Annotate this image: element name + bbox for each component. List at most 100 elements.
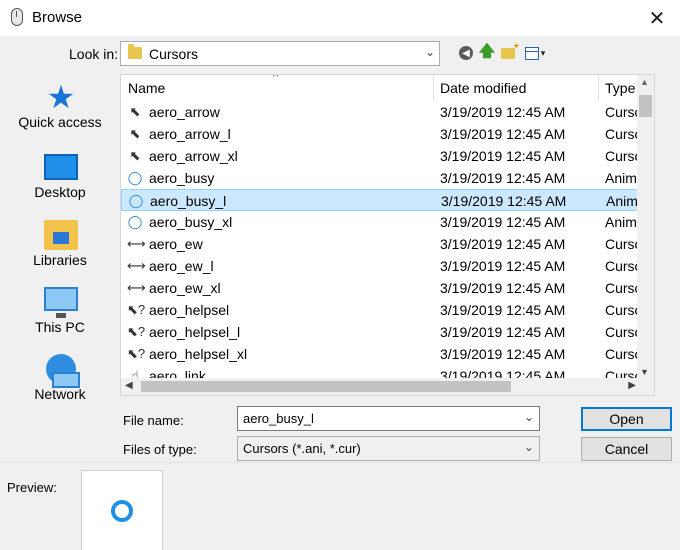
place-this-pc[interactable]: This PC [0, 279, 120, 339]
sort-ascending-icon: ^ [273, 74, 279, 83]
file-row[interactable]: ⬉? aero_helpsel_l 3/19/2019 12:45 AM Cursor [121, 321, 654, 343]
column-header-type[interactable]: Type [605, 80, 635, 96]
busy-cursor-preview-icon [111, 500, 133, 522]
quick-access-star-icon: ★ [46, 79, 76, 115]
place-label: Libraries [33, 252, 87, 268]
vertical-scroll-thumb[interactable] [639, 95, 652, 117]
column-header-name[interactable]: Name [128, 80, 165, 96]
folder-icon [128, 44, 142, 59]
place-libraries[interactable]: Libraries [0, 212, 120, 272]
file-date: 3/19/2019 12:45 AM [440, 280, 566, 296]
file-row[interactable]: ⬉ aero_arrow_l 3/19/2019 12:45 AM Cursor [121, 123, 654, 145]
cursor-file-icon: ◯ [128, 193, 144, 208]
new-folder-icon [501, 41, 520, 59]
this-pc-icon [44, 287, 78, 318]
file-row[interactable]: ◯ aero_busy_xl 3/19/2019 12:45 AM Animate [121, 211, 654, 233]
file-name: aero_helpsel_l [149, 324, 241, 340]
chevron-down-icon: ⌄ [523, 440, 534, 454]
vertical-scrollbar[interactable]: ▲ ▼ [637, 75, 654, 379]
file-name: aero_helpsel_xl [149, 346, 248, 362]
horizontal-scrollbar[interactable]: ◀ ▶ [121, 378, 654, 395]
new-folder-button[interactable] [499, 41, 520, 62]
look-in-label: Look in: [69, 46, 119, 62]
view-menu-button[interactable]: ▾ [521, 44, 549, 62]
chevron-down-icon[interactable]: ⌄ [524, 410, 534, 424]
cursor-file-icon: ⟷ [127, 258, 146, 273]
cursor-file-icon: ⟷ [127, 236, 146, 251]
view-grid-icon [524, 46, 539, 60]
places-bar: ★ Quick access Desktop Libraries This PC… [0, 74, 120, 410]
back-arrow-icon: ◀ [459, 46, 473, 60]
open-button[interactable]: Open [581, 407, 672, 431]
file-name: aero_busy [149, 170, 215, 186]
file-name: aero_arrow_xl [149, 148, 238, 164]
scroll-left-icon[interactable]: ◀ [125, 380, 133, 391]
file-row[interactable]: ⬉ aero_arrow_xl 3/19/2019 12:45 AM Cursor [121, 145, 654, 167]
column-divider[interactable] [598, 75, 599, 101]
cursor-file-icon: ◯ [127, 214, 143, 229]
file-name: aero_ew_l [149, 258, 214, 274]
files-of-type-select[interactable]: Cursors (*.ani, *.cur) ⌄ [237, 436, 540, 461]
desktop-icon [44, 154, 78, 180]
file-row[interactable]: ⬉ aero_arrow 3/19/2019 12:45 AM Cursor [121, 101, 654, 123]
file-row[interactable]: ⟷ aero_ew_l 3/19/2019 12:45 AM Cursor [121, 255, 654, 277]
column-header-row: ^ Name Date modified Type [121, 74, 654, 101]
file-row[interactable]: ⟷ aero_ew 3/19/2019 12:45 AM Cursor [121, 233, 654, 255]
libraries-icon [44, 220, 78, 250]
file-date: 3/19/2019 12:45 AM [440, 302, 566, 318]
cursor-file-icon: ⟷ [127, 280, 146, 295]
file-row[interactable]: ◯ aero_busy_l 3/19/2019 12:45 AM Animate [121, 189, 654, 211]
file-name-input[interactable]: aero_busy_l ⌄ [237, 406, 540, 431]
view-dropdown-arrow-icon: ▾ [540, 47, 546, 58]
place-network[interactable]: Network [0, 346, 120, 406]
cursor-file-icon: ⬉? [127, 324, 146, 339]
place-desktop[interactable]: Desktop [0, 144, 120, 204]
cursor-file-icon: ⬉ [129, 148, 141, 163]
files-of-type-label: Files of type: [123, 442, 197, 457]
column-divider[interactable] [433, 75, 434, 101]
network-icon [46, 354, 80, 388]
close-button[interactable]: ✕ [634, 0, 680, 36]
file-row[interactable]: ⟷ aero_ew_xl 3/19/2019 12:45 AM Cursor [121, 277, 654, 299]
file-name: aero_ew [149, 236, 203, 252]
column-header-date[interactable]: Date modified [440, 80, 526, 96]
scroll-down-icon[interactable]: ▼ [640, 367, 649, 377]
look-in-dropdown[interactable]: Cursors ⌄ [120, 41, 440, 66]
horizontal-scroll-thumb[interactable] [141, 381, 511, 392]
close-icon: ✕ [648, 7, 666, 30]
file-date: 3/19/2019 12:45 AM [440, 258, 566, 274]
file-name: aero_arrow_l [149, 126, 231, 142]
back-button[interactable]: ◀ [457, 44, 475, 62]
divider [0, 462, 680, 463]
cursor-file-icon: ⬉? [127, 302, 146, 317]
title-bar: Browse ✕ [0, 0, 680, 36]
file-name: aero_arrow [149, 104, 220, 120]
file-name: aero_ew_xl [149, 280, 221, 296]
place-label: This PC [35, 319, 85, 335]
place-label: Desktop [34, 184, 86, 200]
look-in-value: Cursors [149, 46, 199, 62]
preview-label: Preview: [7, 480, 57, 495]
window-title: Browse [32, 9, 83, 26]
file-name: aero_helpsel [149, 302, 230, 318]
file-name: aero_busy_l [150, 193, 227, 209]
cursor-file-icon: ⬉ [129, 104, 141, 119]
up-one-level-button[interactable]: 🡅 [478, 43, 496, 62]
file-row[interactable]: ⬉? aero_helpsel_xl 3/19/2019 12:45 AM Curso… [121, 343, 654, 365]
file-date: 3/19/2019 12:45 AM [441, 193, 567, 209]
file-row[interactable]: ◯ aero_busy 3/19/2019 12:45 AM Animate [121, 167, 654, 189]
preview-pane [81, 470, 163, 550]
cursor-file-icon: ◯ [127, 170, 143, 185]
cancel-button[interactable]: Cancel [581, 437, 672, 461]
file-list[interactable]: ^ Name Date modified Type ⬉ aero_arrow 3/1… [120, 74, 655, 396]
place-label: Quick access [18, 114, 102, 130]
file-date: 3/19/2019 12:45 AM [440, 170, 566, 186]
file-date: 3/19/2019 12:45 AM [440, 104, 566, 120]
file-row[interactable]: ⬉? aero_helpsel 3/19/2019 12:45 AM Cursor [121, 299, 654, 321]
scroll-up-icon[interactable]: ▲ [640, 77, 649, 87]
cursor-file-icon: ⬉ [129, 126, 141, 141]
file-name-value: aero_busy_l [243, 411, 314, 426]
scroll-right-icon[interactable]: ▶ [628, 380, 636, 391]
place-quick-access[interactable]: ★ Quick access [0, 74, 120, 134]
file-date: 3/19/2019 12:45 AM [440, 148, 566, 164]
